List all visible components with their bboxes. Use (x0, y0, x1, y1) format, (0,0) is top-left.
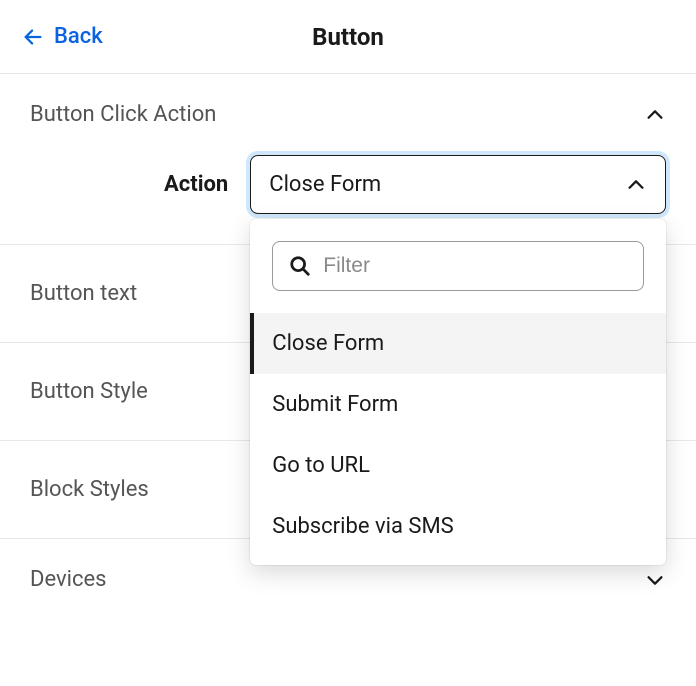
section-header-click-action[interactable]: Button Click Action (0, 74, 696, 155)
back-button[interactable]: Back (22, 24, 103, 49)
filter-input-wrap[interactable] (272, 241, 644, 291)
action-select[interactable]: Close Form (250, 155, 666, 214)
search-icon (289, 255, 311, 277)
chevron-down-icon (644, 569, 666, 591)
option-close-form[interactable]: Close Form (250, 313, 666, 374)
action-label: Action (164, 172, 228, 197)
option-submit-form[interactable]: Submit Form (250, 374, 666, 435)
option-subscribe-sms[interactable]: Subscribe via SMS (250, 496, 666, 557)
back-arrow-icon (22, 26, 44, 48)
chevron-up-icon (644, 104, 666, 126)
header: Back Button (0, 0, 696, 74)
chevron-up-icon (625, 174, 647, 196)
action-select-wrap: Close Form Close Form Submit For (250, 155, 666, 214)
action-dropdown: Close Form Submit Form Go to URL Subscri… (250, 219, 666, 565)
filter-wrap (250, 219, 666, 313)
section-title: Button Style (30, 379, 148, 404)
action-row: Action Close Form Cl (0, 155, 696, 244)
section-title: Button Click Action (30, 102, 216, 127)
section-title: Block Styles (30, 477, 149, 502)
section-button-click-action: Button Click Action Action Close Form (0, 74, 696, 245)
page-title: Button (312, 23, 384, 51)
section-title: Button text (30, 281, 137, 306)
filter-input[interactable] (323, 254, 627, 278)
option-go-to-url[interactable]: Go to URL (250, 435, 666, 496)
back-label: Back (54, 24, 103, 49)
section-title: Devices (30, 567, 107, 592)
action-selected-value: Close Form (269, 172, 381, 197)
